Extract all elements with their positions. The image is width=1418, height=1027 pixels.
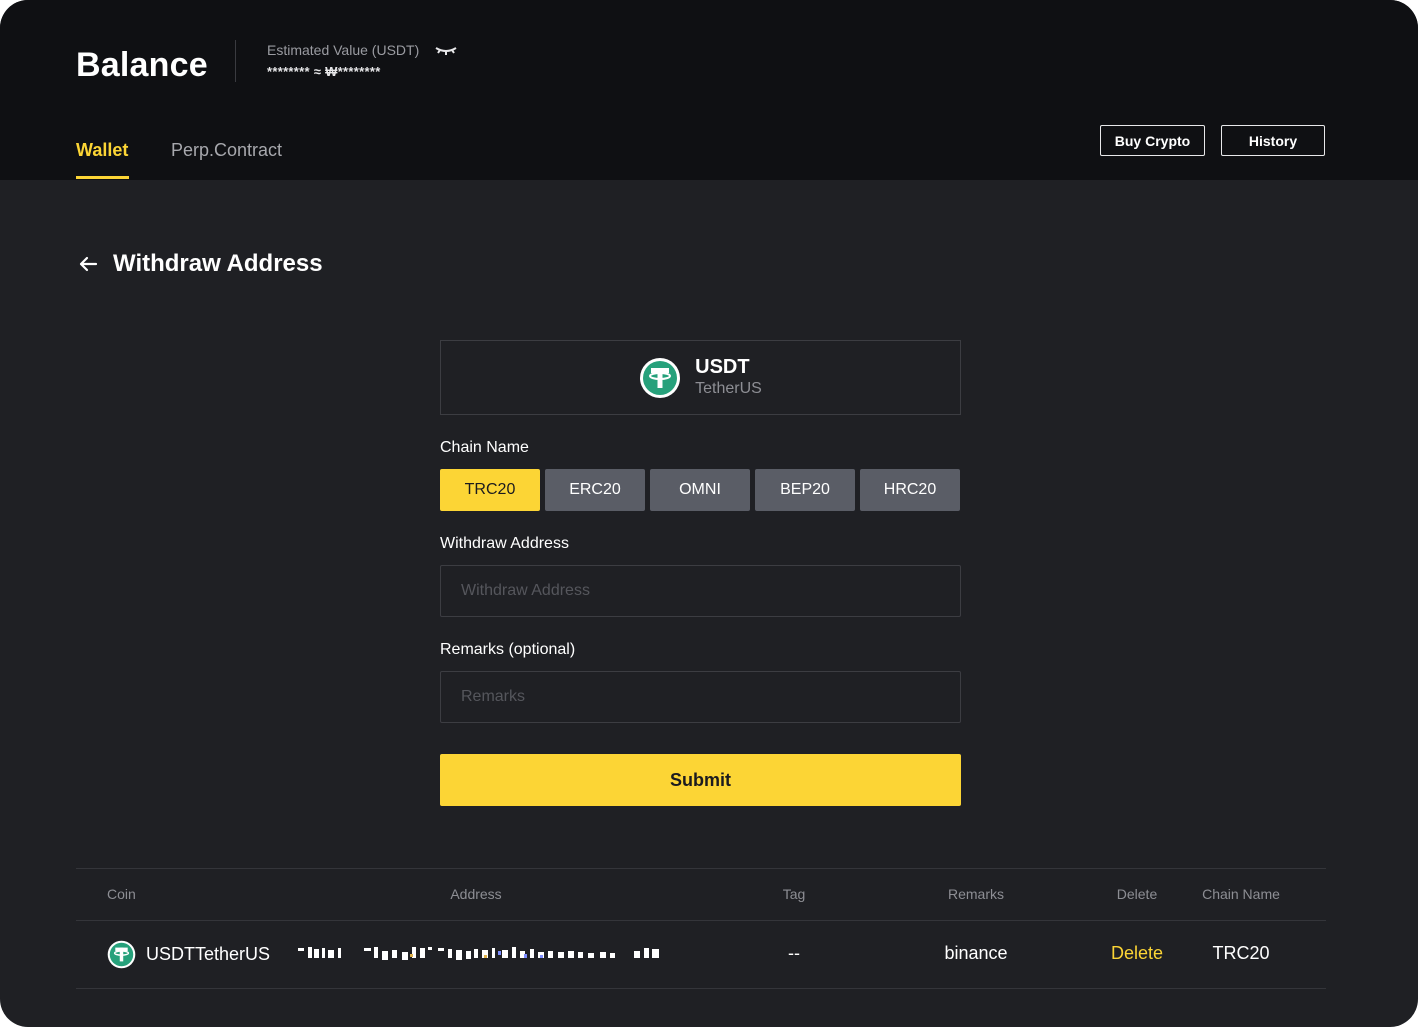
balance-header: Balance Estimated Value (USDT) ******** … [0, 0, 1418, 180]
row-chain-name: TRC20 [1212, 943, 1270, 963]
selected-coin-card[interactable]: USDT TetherUS [440, 340, 961, 415]
row-remarks: binance [944, 943, 1008, 963]
row-delete-link[interactable]: Delete [1111, 943, 1163, 964]
chain-option-erc20[interactable]: ERC20 [545, 469, 645, 511]
chain-option-trc20[interactable]: TRC20 [440, 469, 540, 511]
column-header-address: Address [450, 886, 502, 902]
column-header-tag: Tag [782, 886, 806, 902]
hide-balance-eye-icon[interactable] [434, 44, 458, 58]
table-header-divider [76, 920, 1326, 921]
page-heading: Balance [76, 46, 208, 84]
withdraw-address-label: Withdraw Address [440, 535, 569, 552]
tether-icon [107, 940, 136, 969]
chain-option-hrc20[interactable]: HRC20 [860, 469, 960, 511]
row-coin-label: USDTTetherUS [146, 944, 271, 964]
row-coin-cell: USDTTetherUS [107, 940, 270, 969]
buy-crypto-button[interactable]: Buy Crypto [1100, 125, 1205, 156]
remarks-input[interactable] [440, 671, 961, 723]
column-header-remarks: Remarks [947, 886, 1005, 902]
chain-name-label: Chain Name [440, 439, 529, 456]
chain-option-omni[interactable]: OMNI [650, 469, 750, 511]
header-divider [235, 40, 236, 82]
column-header-delete: Delete [1116, 886, 1158, 902]
coin-name: TetherUS [695, 379, 762, 397]
column-header-coin: Coin [107, 886, 136, 902]
estimated-value-hidden: ******** ≈ ₩******** [267, 64, 381, 79]
app-window: Balance Estimated Value (USDT) ******** … [0, 0, 1418, 1027]
withdraw-address-input[interactable] [440, 565, 961, 617]
coin-symbol: USDT [695, 355, 750, 378]
estimated-value-label: Estimated Value (USDT) [267, 42, 420, 58]
history-button[interactable]: History [1221, 125, 1325, 156]
tab-perp-contract[interactable]: Perp.Contract [171, 140, 282, 161]
row-tag: -- [788, 943, 800, 963]
table-top-divider [76, 868, 1326, 869]
chain-option-bep20[interactable]: BEP20 [755, 469, 855, 511]
section-title: Withdraw Address [113, 250, 323, 277]
submit-button[interactable]: Submit [440, 754, 961, 806]
tab-wallet[interactable]: Wallet [76, 140, 128, 161]
back-arrow-icon[interactable] [76, 252, 100, 276]
tab-wallet-underline [76, 176, 129, 179]
tether-icon [640, 357, 681, 398]
remarks-label: Remarks (optional) [440, 641, 576, 658]
coin-text: USDT TetherUS [695, 356, 762, 400]
section-header: Withdraw Address [76, 250, 323, 278]
table-bottom-divider [76, 988, 1326, 989]
pixelated-address [298, 947, 659, 960]
chain-selector: TRC20 ERC20 OMNI BEP20 HRC20 [440, 469, 960, 511]
column-header-chain-name: Chain Name [1202, 886, 1280, 902]
